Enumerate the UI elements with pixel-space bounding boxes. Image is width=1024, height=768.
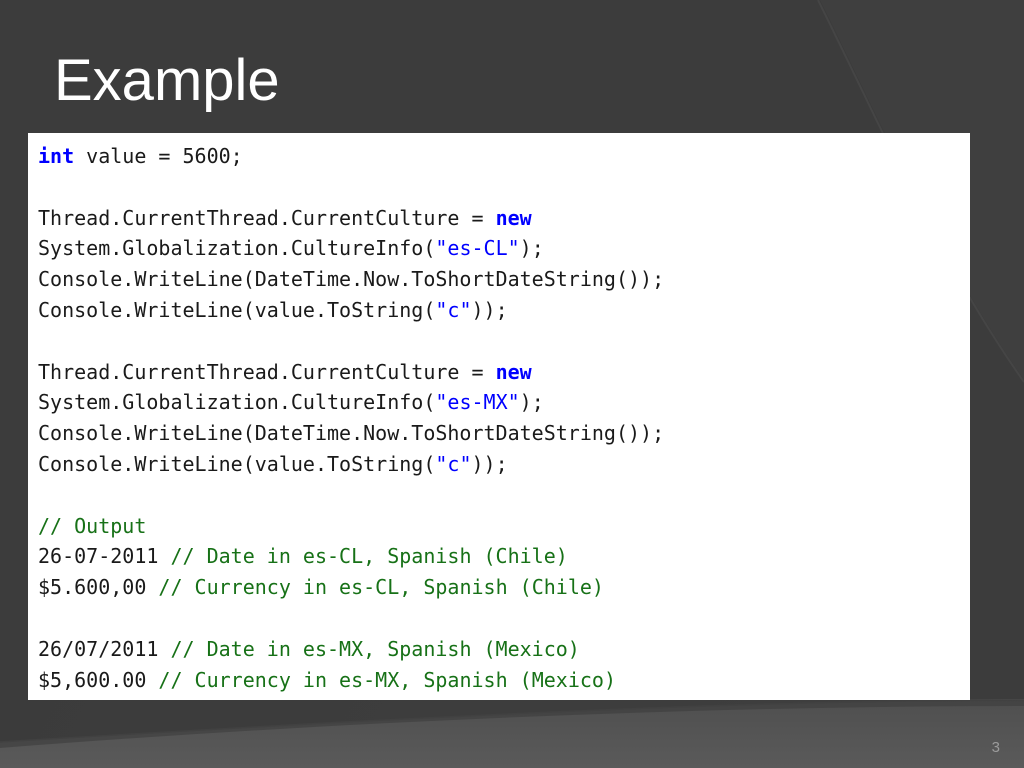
code-line: Console.WriteLine(DateTime.Now.ToShortDa… (38, 264, 970, 295)
code-line: int value = 5600; (38, 141, 970, 172)
code-line: // Output (38, 511, 970, 542)
code-token-plain: 26-07-2011 (38, 544, 170, 568)
code-block: int value = 5600; Thread.CurrentThread.C… (38, 141, 970, 695)
code-line: Thread.CurrentThread.CurrentCulture = ne… (38, 357, 970, 388)
code-token-kw: new (496, 360, 532, 384)
code-token-cmt: // Currency in es-CL, Spanish (Chile) (158, 575, 604, 599)
page-number: 3 (992, 739, 1000, 756)
code-token-kw: new (496, 206, 532, 230)
code-line: 26/07/2011 // Date in es-MX, Spanish (Me… (38, 634, 970, 665)
code-token-plain: ); (520, 236, 544, 260)
code-token-kw: int (38, 144, 74, 168)
code-line: Console.WriteLine(DateTime.Now.ToShortDa… (38, 418, 970, 449)
code-token-plain: )); (471, 298, 507, 322)
code-token-plain: Thread.CurrentThread.CurrentCulture = (38, 360, 496, 384)
code-token-plain: value = 5600; (74, 144, 243, 168)
code-line: $5.600,00 // Currency in es-CL, Spanish … (38, 572, 970, 603)
code-line (38, 172, 970, 203)
code-line (38, 326, 970, 357)
code-token-plain: Console.WriteLine(value.ToString( (38, 298, 435, 322)
code-token-plain: Console.WriteLine(DateTime.Now.ToShortDa… (38, 267, 664, 291)
code-line: Console.WriteLine(value.ToString("c")); (38, 295, 970, 326)
code-token-plain: Console.WriteLine(value.ToString( (38, 452, 435, 476)
code-token-cmt: // Output (38, 514, 146, 538)
code-line: Console.WriteLine(value.ToString("c")); (38, 449, 970, 480)
code-line: 26-07-2011 // Date in es-CL, Spanish (Ch… (38, 541, 970, 572)
code-line: System.Globalization.CultureInfo("es-MX"… (38, 387, 970, 418)
code-token-cmt: // Date in es-CL, Spanish (Chile) (170, 544, 567, 568)
code-token-plain: Console.WriteLine(DateTime.Now.ToShortDa… (38, 421, 664, 445)
code-token-str: "es-MX" (435, 390, 519, 414)
code-token-cmt: // Currency in es-MX, Spanish (Mexico) (158, 668, 616, 692)
code-line (38, 480, 970, 511)
code-token-str: "c" (435, 298, 471, 322)
code-token-plain: )); (471, 452, 507, 476)
code-token-cmt: // Date in es-MX, Spanish (Mexico) (170, 637, 579, 661)
code-card: int value = 5600; Thread.CurrentThread.C… (28, 133, 970, 700)
page-title: Example (54, 46, 280, 116)
code-token-str: "c" (435, 452, 471, 476)
code-token-plain: 26/07/2011 (38, 637, 170, 661)
code-token-plain: System.Globalization.CultureInfo( (38, 390, 435, 414)
code-token-plain: ); (520, 390, 544, 414)
code-token-plain: $5.600,00 (38, 575, 158, 599)
code-token-str: "es-CL" (435, 236, 519, 260)
code-line: Thread.CurrentThread.CurrentCulture = ne… (38, 203, 970, 234)
code-token-plain: System.Globalization.CultureInfo( (38, 236, 435, 260)
slide: Example int value = 5600; Thread.Current… (0, 0, 1024, 768)
code-line: $5,600.00 // Currency in es-MX, Spanish … (38, 665, 970, 696)
code-token-plain: Thread.CurrentThread.CurrentCulture = (38, 206, 496, 230)
code-line (38, 603, 970, 634)
code-token-plain: $5,600.00 (38, 668, 158, 692)
code-line: System.Globalization.CultureInfo("es-CL"… (38, 233, 970, 264)
